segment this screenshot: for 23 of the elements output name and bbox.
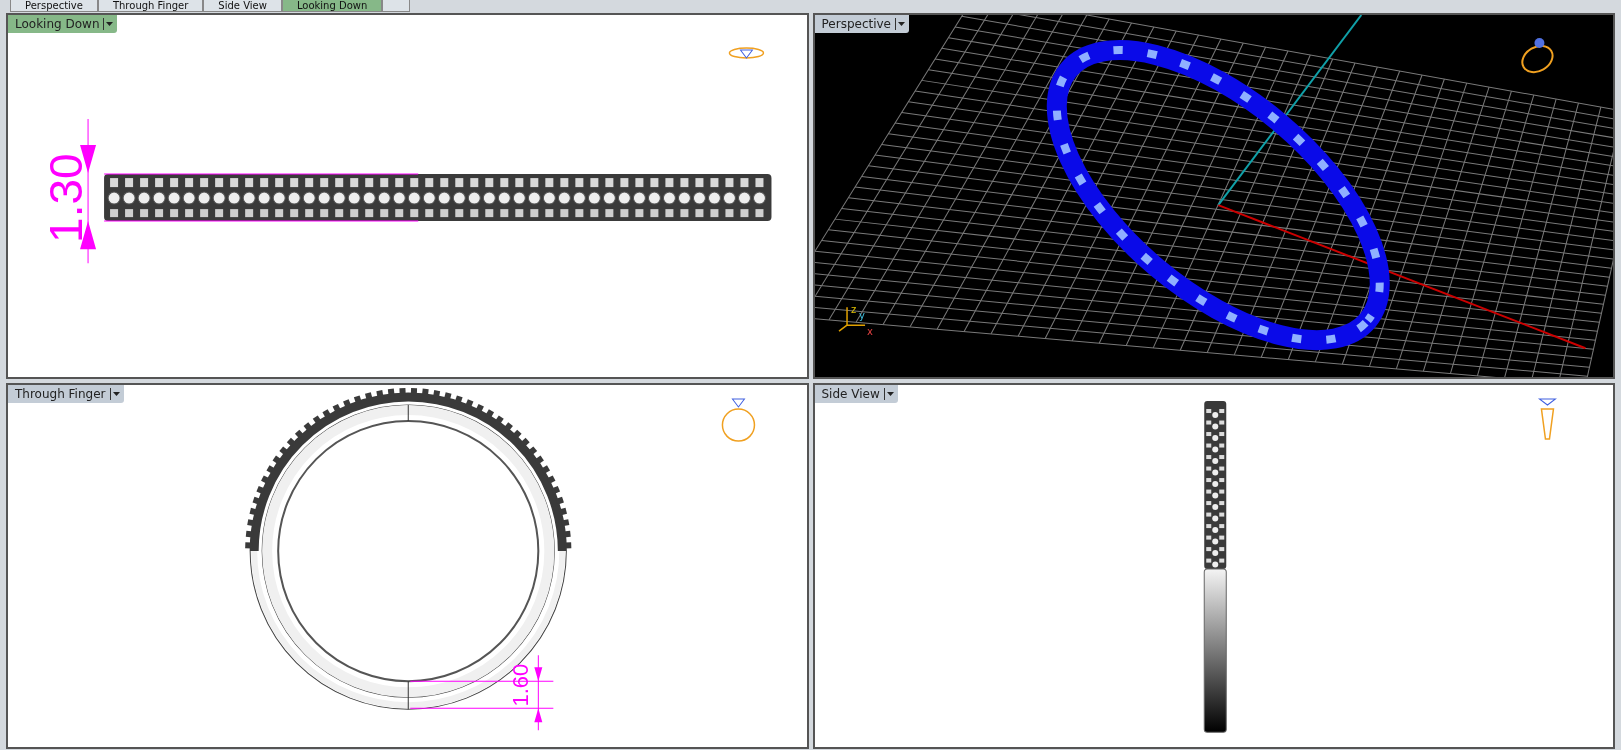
viewport-title-button[interactable]: Side View	[814, 385, 898, 404]
caret-icon	[109, 388, 121, 401]
viewport-tab[interactable]: Looking Down	[281, 0, 383, 12]
ring-icon	[1520, 38, 1554, 74]
dimension-label: 1.30	[40, 153, 93, 243]
viewport-title-button[interactable]: Perspective	[814, 15, 909, 33]
viewport-tab[interactable]: Side View	[203, 0, 282, 12]
viewport-title-button[interactable]: Looking Down	[8, 15, 118, 33]
viewport-tab[interactable]: Through Finger	[97, 0, 204, 12]
caret-icon	[883, 388, 895, 401]
ring-icon	[1538, 398, 1556, 440]
caret-icon	[103, 18, 115, 30]
axis-label: z	[850, 304, 856, 316]
axis-label: y	[858, 310, 865, 322]
axis-triad-icon	[837, 306, 866, 332]
ring-icon	[728, 47, 765, 59]
axis-label: x	[866, 326, 873, 338]
dimension-label: 1.60	[508, 664, 534, 707]
ring-icon	[721, 398, 756, 442]
viewport-tab[interactable]: Perspective	[10, 0, 98, 12]
new-tab-button[interactable]	[382, 0, 411, 12]
viewport-title-button[interactable]: Through Finger	[8, 385, 124, 404]
caret-icon	[895, 18, 906, 30]
